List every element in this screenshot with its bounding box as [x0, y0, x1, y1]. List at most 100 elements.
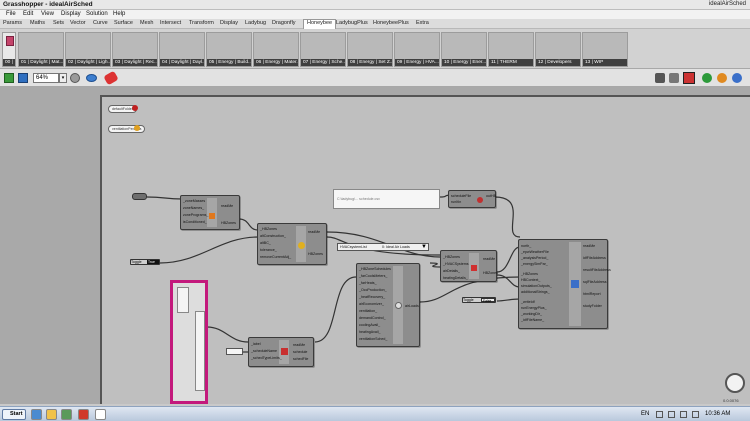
ribbon-panel-09[interactable]: 09 | Energy | HVA... [394, 32, 440, 67]
tab-curve[interactable]: Curve [93, 20, 108, 26]
ribbon-panel-label: 05 | Energy | Build... [207, 59, 251, 66]
menu-display[interactable]: Display [61, 11, 81, 17]
shaded-preview-icon[interactable] [702, 73, 712, 83]
tray-icon[interactable] [668, 411, 675, 418]
tab-params[interactable]: Params [3, 20, 22, 26]
folder-icon[interactable] [46, 409, 57, 420]
wire [146, 196, 183, 200]
zoom-dropdown-icon[interactable]: ▾ [59, 73, 67, 83]
tab-maths[interactable]: Maths [30, 20, 45, 26]
tray-icon[interactable] [680, 411, 687, 418]
preview-settings-icon[interactable] [70, 73, 80, 83]
ribbon-panel-01[interactable]: 01 | Daylight | Mat... [18, 32, 64, 67]
dropdown-label: HVACsystemList [340, 245, 367, 249]
toggle-value[interactable]: True [147, 260, 159, 264]
geometry-input-param[interactable] [132, 193, 147, 200]
wire [159, 236, 259, 264]
honeybee-icon [6, 36, 14, 46]
add-hvac-component[interactable]: _HBZones _HVACSystems airDetails_ heatin… [440, 250, 498, 282]
chevron-down-icon[interactable]: ▼ [421, 244, 427, 250]
toggle-write[interactable]: Toggle False [462, 297, 496, 303]
selected-mode-icon[interactable] [683, 72, 695, 84]
ie-icon[interactable] [31, 409, 42, 420]
open-file-icon[interactable] [4, 73, 14, 83]
ribbon-panel-04[interactable]: 04 | Daylight | Dayl... [159, 32, 205, 67]
clock[interactable]: 10:36 AM [705, 411, 730, 417]
paint-brush-icon[interactable] [103, 70, 119, 86]
tab-honeybee[interactable]: Honeybee [303, 19, 337, 29]
ribbon-panel-03[interactable]: 03 | Daylight | Rec... [112, 32, 158, 67]
wireframe-preview-icon[interactable] [717, 73, 727, 83]
tab-dragonfly[interactable]: Dragonfly [272, 20, 296, 26]
hvac-air-details-component[interactable]: _label _scheduleName _schedTypeLimits_ r… [248, 337, 314, 367]
error-icon [132, 105, 138, 111]
ribbon-panel-label: 00 | [3, 59, 15, 66]
ribbon-panel-07[interactable]: 07 | Energy | Sche... [300, 32, 346, 67]
selected-list-panel[interactable] [170, 280, 208, 404]
grasshopper-task-icon[interactable] [95, 409, 106, 420]
ribbon-panel-12[interactable]: 12 | Developers [535, 32, 581, 67]
ribbon-panel-05[interactable]: 05 | Energy | Build... [206, 32, 252, 67]
run-energy-simulation-component[interactable]: north_ _epwWeatherFile _analysisPeriod_ … [518, 239, 611, 329]
tab-ladybug[interactable]: Ladybug [245, 20, 266, 26]
media-icon[interactable] [61, 409, 72, 420]
tab-extra[interactable]: Extra [416, 20, 429, 26]
navigation-compass-icon[interactable] [725, 373, 745, 393]
masses-to-zones-component[interactable]: _zoneMasses zoneNames_ zonePrograms_ isC… [180, 195, 240, 230]
tab-ladybugplus[interactable]: LadybugPlus [336, 20, 368, 26]
chrome-icon[interactable] [78, 409, 89, 420]
text-panel[interactable]: C:\ladybug\... schedule.csv [333, 189, 440, 209]
language-indicator[interactable]: EN [641, 411, 649, 417]
input-label: _HBZones [260, 227, 277, 231]
cube-icon[interactable] [669, 73, 679, 83]
zoom-field[interactable]: 64% [33, 73, 59, 83]
ribbon-panel-label: 07 | Energy | Sche... [301, 59, 345, 66]
ribbon-panel-11[interactable]: 11 | THERM [488, 32, 534, 67]
schedule-component[interactable]: scheduleFile runItIn outHB [448, 190, 496, 208]
ribbon-panel-13[interactable]: 13 | WIP [582, 32, 628, 67]
energyplus-icon [571, 280, 579, 288]
toggle-value[interactable]: False [481, 298, 495, 303]
globe-icon[interactable] [732, 73, 742, 83]
menu-edit[interactable]: Edit [23, 11, 33, 17]
hvac-dropdown[interactable]: HVACsystemList 0: Ideal Air Loads ▼ [337, 243, 429, 251]
tab-honeybeeplus[interactable]: HoneybeePlus [373, 20, 409, 26]
list-item [195, 311, 205, 391]
menu-view[interactable]: View [41, 11, 54, 17]
ribbon-panel-label: 04 | Daylight | Dayl... [160, 59, 204, 66]
component-ribbon: 00 | 01 | Daylight | Mat... 02 | Dayligh… [0, 29, 750, 69]
sketch-icon[interactable] [655, 73, 665, 83]
start-button[interactable]: Start [2, 409, 26, 420]
wire [496, 246, 521, 273]
number-input[interactable] [226, 348, 243, 355]
ribbon-panel-08[interactable]: 08 | Energy | Set Z... [347, 32, 393, 67]
toggle-run[interactable]: Toggle True [130, 259, 160, 265]
ribbon-panel-00[interactable]: 00 | [2, 32, 16, 67]
component-tab-bar: Params Maths Sets Vector Curve Surface M… [0, 19, 750, 29]
menu-file[interactable]: File [6, 11, 16, 17]
ribbon-panel-02[interactable]: 02 | Daylight | Ligh... [65, 32, 111, 67]
grasshopper-canvas[interactable]: defaultFolder ventilationPerArea _zoneMa… [0, 87, 750, 404]
dropdown-value: 0: Ideal Air Loads [382, 245, 410, 249]
solve-adjacencies-component[interactable]: _HBZones altConstruction_ altBC_ toleran… [257, 223, 327, 265]
wire [429, 262, 441, 268]
schedule-icon [477, 197, 483, 203]
ribbon-panel-06[interactable]: 06 | Energy | Mater... [253, 32, 299, 67]
eye-icon[interactable] [86, 74, 97, 82]
ribbon-panel-10[interactable]: 10 | Energy | Ener... [441, 32, 487, 67]
tab-sets[interactable]: Sets [53, 20, 64, 26]
save-file-icon[interactable] [18, 73, 28, 83]
set-zone-loads-component[interactable]: _HBZoneSchedules _farCoolsMeters_ _farHe… [356, 263, 420, 347]
ribbon-panel-label: 06 | Energy | Mater... [254, 59, 298, 66]
tab-surface[interactable]: Surface [114, 20, 133, 26]
tab-transform[interactable]: Transform [189, 20, 214, 26]
tray-icon[interactable] [656, 411, 663, 418]
title-bar: Grasshopper - idealAirSched idealAirSche… [0, 0, 750, 10]
menu-help[interactable]: Help [113, 11, 125, 17]
tab-intersect[interactable]: Intersect [160, 20, 181, 26]
speaker-icon[interactable] [692, 411, 699, 418]
tab-display[interactable]: Display [220, 20, 238, 26]
tab-vector[interactable]: Vector [70, 20, 86, 26]
menu-solution[interactable]: Solution [86, 11, 108, 17]
tab-mesh[interactable]: Mesh [140, 20, 153, 26]
